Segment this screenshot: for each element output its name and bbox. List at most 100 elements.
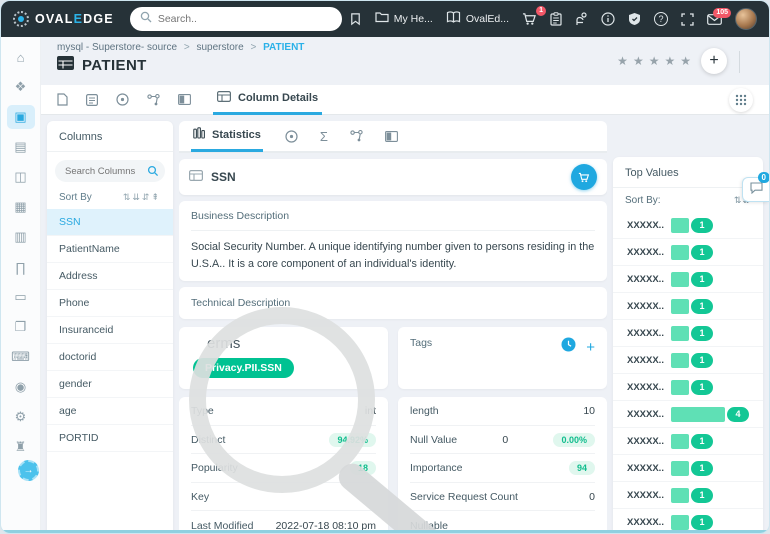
statistics-icon bbox=[193, 127, 205, 142]
user-avatar[interactable] bbox=[735, 8, 757, 30]
ovaledge-app: OVALEDGE My He... OvalEd... 1 bbox=[0, 0, 770, 534]
columns-search[interactable] bbox=[55, 160, 165, 182]
business-description-label: Business Description bbox=[191, 210, 595, 231]
knowledge-base-icon[interactable]: ◫ bbox=[7, 165, 35, 189]
logo-gear-icon bbox=[13, 11, 29, 27]
data-quality-icon[interactable]: ◉ bbox=[7, 375, 35, 399]
table-icon bbox=[57, 56, 74, 75]
advanced-tools-icon[interactable]: ⚙ bbox=[7, 405, 35, 429]
subtab-lineage-icon[interactable] bbox=[350, 130, 363, 142]
people-icon[interactable]: ▭ bbox=[7, 285, 35, 309]
query-sheet-icon[interactable]: ⌨ bbox=[7, 345, 35, 369]
apps-grid-button[interactable] bbox=[729, 88, 753, 112]
global-search[interactable] bbox=[129, 7, 342, 31]
comments-button[interactable]: 0 bbox=[742, 172, 769, 202]
cart-icon[interactable]: 1 bbox=[522, 6, 546, 26]
star-icon[interactable]: ★ bbox=[680, 54, 691, 68]
add-to-cart-button[interactable] bbox=[571, 164, 597, 190]
clipboard-icon[interactable] bbox=[550, 12, 562, 26]
star-icon[interactable]: ★ bbox=[649, 54, 660, 68]
column-item-patientname[interactable]: PatientName bbox=[47, 236, 173, 263]
tab-lineage-icon[interactable] bbox=[147, 93, 160, 106]
business-glossary-icon[interactable]: ▤ bbox=[7, 135, 35, 159]
breadcrumb-source[interactable]: mysql - Superstore- source bbox=[57, 42, 177, 53]
book-icon bbox=[446, 10, 461, 28]
sort-desc-icon[interactable]: ⇊ bbox=[132, 192, 142, 202]
add-tag-button[interactable]: + bbox=[586, 340, 595, 355]
column-item-portid[interactable]: PORTID bbox=[47, 425, 173, 452]
table-tabs: Column Details bbox=[41, 85, 769, 115]
value-count-badge: 1 bbox=[691, 325, 713, 341]
breadcrumb-schema[interactable]: superstore bbox=[196, 42, 243, 53]
columns-panel: Columns Sort By ⇅⇊⇵⇞ SSN PatientName Add… bbox=[47, 121, 173, 533]
top-bar: OVALEDGE My He... OvalEd... 1 bbox=[1, 1, 769, 37]
file-manager-icon[interactable]: ❐ bbox=[7, 315, 35, 339]
column-item-age[interactable]: age bbox=[47, 398, 173, 425]
subtab-data-icon[interactable] bbox=[385, 130, 398, 142]
property-length: length 10 bbox=[410, 397, 595, 426]
properties-right-card: length 10 Null Value 0 0.00% Importance … bbox=[398, 397, 607, 533]
tags-icon[interactable]: ❖ bbox=[7, 75, 35, 99]
breadcrumb-table[interactable]: PATIENT bbox=[263, 42, 304, 53]
value-count-badge: 1 bbox=[691, 217, 713, 233]
search-icon bbox=[140, 10, 152, 28]
subtab-summary-icon[interactable]: Σ bbox=[320, 129, 328, 144]
projects-icon[interactable]: ▥ bbox=[7, 225, 35, 249]
reports-icon[interactable]: ▦ bbox=[7, 195, 35, 219]
help-icon[interactable]: ? bbox=[654, 12, 668, 26]
top-value-row: XXXXX.. 1 bbox=[613, 455, 763, 482]
value-bar bbox=[671, 514, 689, 530]
rating-stars[interactable]: ★ ★ ★ ★ ★ bbox=[617, 54, 691, 68]
expand-sidebar-button[interactable]: → bbox=[18, 460, 39, 481]
tab-column-details[interactable]: Column Details bbox=[213, 85, 323, 115]
tags-card: Tags + bbox=[398, 327, 607, 390]
bookmark-icon[interactable] bbox=[349, 12, 362, 26]
organization-icon[interactable]: ♜ bbox=[7, 435, 35, 459]
tags-history-icon[interactable] bbox=[561, 337, 576, 357]
column-item-doctorid[interactable]: doctorid bbox=[47, 344, 173, 371]
column-item-ssn[interactable]: SSN bbox=[47, 209, 173, 236]
columns-list: SSN PatientName Address Phone Insurancei… bbox=[47, 209, 173, 452]
top-value-row: XXXXX.. 1 bbox=[613, 239, 763, 266]
subtab-quality-icon[interactable] bbox=[285, 129, 298, 143]
value-count-badge: 1 bbox=[691, 298, 713, 314]
sort-rating-icon[interactable]: ⇞ bbox=[151, 192, 161, 202]
home-icon[interactable]: ⌂ bbox=[7, 45, 35, 69]
add-button[interactable]: + bbox=[701, 48, 727, 74]
info-icon[interactable] bbox=[601, 12, 615, 26]
sort-asc-icon[interactable]: ⇅ bbox=[123, 192, 133, 202]
tab-statistics[interactable]: Statistics bbox=[191, 121, 263, 152]
column-item-gender[interactable]: gender bbox=[47, 371, 173, 398]
ovaledge-logo[interactable]: OVALEDGE bbox=[13, 11, 114, 27]
property-key: Key bbox=[191, 483, 376, 512]
value-bar bbox=[671, 271, 689, 287]
top-values-panel: Top Values Sort By: ⇅⇊ XXXXX..1 XXXXX..1… bbox=[613, 157, 763, 533]
star-icon[interactable]: ★ bbox=[664, 54, 675, 68]
tab-data-icon[interactable] bbox=[178, 94, 191, 105]
inbox-mail-icon[interactable]: 105 bbox=[707, 7, 731, 25]
column-item-phone[interactable]: Phone bbox=[47, 290, 173, 317]
ovaledge-docs-link[interactable]: OvalEd... bbox=[446, 10, 509, 28]
properties-left-card: Type int Distinct 94.92% Popularity 18 K… bbox=[179, 397, 388, 533]
column-item-address[interactable]: Address bbox=[47, 263, 173, 290]
top-values-list: XXXXX.. 1 XXXXX.. 1 XXXXX.. 1 XXXXX.. 1 XXXX… bbox=[613, 212, 763, 533]
column-item-insuranceid[interactable]: Insuranceid bbox=[47, 317, 173, 344]
column-details-icon bbox=[217, 91, 232, 105]
curation-hand-icon[interactable] bbox=[575, 12, 588, 26]
columns-search-input[interactable] bbox=[65, 165, 137, 177]
star-icon[interactable]: ★ bbox=[617, 54, 628, 68]
shield-icon[interactable] bbox=[628, 12, 641, 26]
star-icon[interactable]: ★ bbox=[633, 54, 644, 68]
property-null-value: Null Value 0 0.00% bbox=[410, 426, 595, 455]
value-count-badge: 4 bbox=[727, 406, 749, 422]
term-badge-privacy-pii-ssn[interactable]: Privacy.PII.SSN bbox=[193, 358, 294, 379]
tab-summary-icon[interactable] bbox=[57, 93, 68, 106]
fullscreen-icon[interactable] bbox=[681, 12, 694, 26]
tab-quality-icon[interactable] bbox=[116, 93, 129, 106]
my-health-link[interactable]: My He... bbox=[375, 10, 433, 28]
global-search-input[interactable] bbox=[157, 13, 332, 25]
governance-icon[interactable]: ∏ bbox=[7, 255, 35, 279]
data-catalog-icon[interactable]: ▣ bbox=[6, 105, 35, 129]
columns-search-icon[interactable] bbox=[147, 165, 159, 177]
tab-notes-icon[interactable] bbox=[86, 93, 98, 106]
